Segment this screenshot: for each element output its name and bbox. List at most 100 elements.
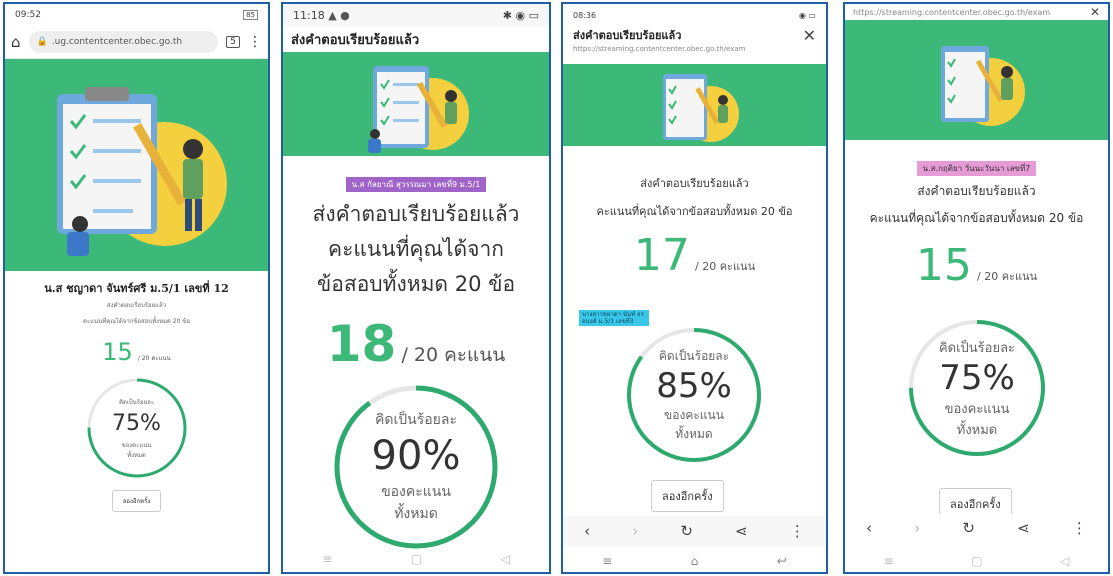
status-bar: 09:52 85 (5, 4, 268, 26)
total-label: ทั้งหมด (956, 422, 998, 438)
share-icon[interactable]: ⋖ (1017, 519, 1030, 537)
forward-arrow-icon[interactable]: › (914, 519, 920, 537)
retry-button[interactable]: ลองอีกครั้ง (651, 480, 724, 512)
score-suffix: / 20 คะแนน (137, 355, 171, 362)
percent-ring: คิดเป็นร้อยละ 75% ของคะแนน ทั้งหมด (907, 318, 1047, 458)
battery-indicator: 85 (243, 10, 258, 20)
page-url: https://streaming.contentcenter.obec.go.… (573, 45, 746, 53)
home-icon[interactable]: ▢ (971, 554, 982, 568)
home-icon[interactable]: ⌂ (691, 554, 699, 568)
submitted-message: ส่งคำตอบเรียบร้อยแล้ว (917, 184, 1036, 198)
score-description: คะแนนที่คุณได้จากข้อสอบทั้งหมด 20 ข้อ (869, 211, 1084, 225)
tabs-icon[interactable]: 5 (226, 36, 240, 48)
retry-button[interactable]: ลองอีกครั้ง (111, 490, 162, 512)
status-icons: ◉ ▭ (798, 10, 816, 20)
share-icon[interactable]: ⋖ (735, 522, 748, 540)
student-name-tag: นางสาวชยาดา นันท์ อรอนงค์ ม.5/1 เลขที่3 (579, 308, 649, 327)
clock: 08:36 (573, 10, 597, 20)
percent-value: 90% (371, 433, 461, 479)
score-value: 15 (102, 338, 133, 366)
percent-label: คิดเป็นร้อยละ (938, 340, 1016, 356)
forward-arrow-icon[interactable]: › (632, 522, 638, 540)
total-label: ทั้งหมด (675, 426, 713, 441)
percent-ring: คิดเป็นร้อยละ 75% ของคะแนน ทั้งหมด (85, 376, 189, 480)
score-row: 15 / 20 คะแนน (5, 338, 268, 366)
browser-toolbar: ⌂ 🔒 .ug.contentcenter.obec.go.th 5 ⋮ (5, 26, 268, 59)
back-icon[interactable]: ↩ (777, 554, 787, 568)
page-url-bar: https://streaming.contentcenter.obec.go.… (845, 4, 1108, 20)
percent-label: คิดเป็นร้อยละ (658, 348, 730, 363)
back-icon[interactable]: ◁ (501, 552, 510, 566)
url-text: .ug.contentcenter.obec.go.th (51, 37, 183, 47)
home-icon[interactable]: ▢ (411, 552, 422, 566)
android-nav-bar: ≡ ▢ ◁ (283, 552, 549, 566)
hero-illustration (845, 20, 1108, 140)
score-suffix: / 20 คะแนน (977, 270, 1038, 283)
of-total-label: ของคะแนน (121, 441, 152, 449)
status-bar: 08:36 ◉ ▭ (563, 4, 826, 26)
status-icons: ✱ ◉ ▭ (502, 8, 539, 22)
home-icon[interactable]: ⌂ (11, 33, 21, 51)
percent-label: คิดเป็นร้อยละ (118, 398, 155, 406)
back-arrow-icon[interactable]: ‹ (866, 519, 872, 537)
score-value: 17 (633, 230, 690, 281)
close-icon[interactable]: ✕ (1090, 5, 1100, 19)
back-arrow-icon[interactable]: ‹ (584, 522, 590, 540)
refresh-icon[interactable]: ↻ (680, 522, 693, 540)
status-bar: 11:18 ▲ ● ✱ ◉ ▭ (283, 4, 549, 26)
menu-icon[interactable]: ≡ (884, 554, 894, 568)
phone-screenshot-4: https://streaming.contentcenter.obec.go.… (843, 2, 1110, 574)
total-label: ทั้งหมด (127, 451, 146, 459)
score-row: 18 / 20 คะแนน (283, 315, 549, 373)
student-name-tag: น.ส กัลยาณี สุวรรณมา เลขที่9 ม.5/1 (345, 177, 487, 192)
score-suffix: / 20 คะแนน (695, 260, 756, 273)
page-url: https://streaming.contentcenter.obec.go.… (853, 7, 1051, 17)
score-description: คะแนนที่คุณได้จากข้อสอบทั้งหมด 20 ข้อ (83, 318, 190, 325)
page-header: ส่งคำตอบเรียบร้อยแล้ว (283, 26, 549, 52)
submitted-message: ส่งคำตอบเรียบร้อยแล้ว (106, 302, 167, 309)
menu-icon[interactable]: ≡ (602, 554, 612, 568)
clock: 09:52 (15, 10, 41, 20)
page-title: ส่งคำตอบเรียบร้อยแล้ว (573, 29, 682, 42)
back-icon[interactable]: ◁ (1060, 554, 1069, 568)
submitted-message: ส่งคำตอบเรียบร้อยแล้ว (312, 202, 520, 226)
address-bar[interactable]: 🔒 .ug.contentcenter.obec.go.th (28, 31, 219, 53)
total-label: ทั้งหมด (394, 506, 438, 522)
of-total-label: ของคะแนน (381, 484, 451, 500)
percent-ring: คิดเป็นร้อยละ 90% ของคะแนน ทั้งหมด (332, 383, 500, 551)
score-description: คะแนนที่คุณได้จากข้อสอบทั้งหมด 20 ข้อ (596, 205, 793, 218)
percent-label: คิดเป็นร้อยละ (375, 412, 457, 428)
score-value: 15 (915, 240, 972, 291)
score-description-line2: ข้อสอบทั้งหมด 20 ข้อ (316, 272, 516, 296)
clock: 11:18 ▲ ● (293, 8, 350, 22)
student-name-tag: น.ส.กฤติยา วันนะวันนา เลขที่7 (916, 161, 1037, 176)
android-nav-bar: ≡ ▢ ◁ (845, 554, 1108, 568)
percent-ring: คิดเป็นร้อยละ 85% ของคะแนน ทั้งหมด (625, 326, 763, 464)
of-total-label: ของคะแนน (944, 401, 1010, 417)
page-title: ส่งคำตอบเรียบร้อยแล้ว (291, 32, 420, 48)
close-icon[interactable]: ✕ (803, 26, 816, 45)
more-menu-icon[interactable]: ⋮ (1072, 519, 1087, 537)
percent-value: 85% (656, 365, 732, 406)
submitted-message: ส่งคำตอบเรียบร้อยแล้ว (640, 177, 749, 190)
browser-nav-bar: ‹ › ↻ ⋖ ⋮ (563, 516, 826, 546)
score-row: 15 / 20 คะแนน (845, 240, 1108, 291)
score-value: 18 (326, 315, 397, 373)
phone-screenshot-3: 08:36 ◉ ▭ ส่งคำตอบเรียบร้อยแล้ว https://… (561, 2, 828, 574)
refresh-icon[interactable]: ↻ (962, 519, 975, 537)
menu-icon[interactable]: ≡ (322, 552, 332, 566)
android-nav-bar: ≡ ⌂ ↩ (563, 554, 826, 568)
hero-illustration (283, 52, 549, 156)
more-menu-icon[interactable]: ⋮ (248, 34, 262, 50)
of-total-label: ของคะแนน (664, 407, 724, 422)
browser-nav-bar: ‹ › ↻ ⋖ ⋮ (845, 514, 1108, 542)
phone-screenshot-2: 11:18 ▲ ● ✱ ◉ ▭ ส่งคำตอบเรียบร้อยแล้ว น.… (281, 2, 551, 574)
percent-value: 75% (112, 410, 161, 436)
score-row: 17 / 20 คะแนน (563, 230, 826, 281)
lock-icon: 🔒 (36, 37, 48, 47)
score-description-line1: คะแนนที่คุณได้จาก (328, 237, 504, 261)
hero-illustration (5, 59, 268, 271)
student-name: น.ส ชญาดา จันทร์ศรี ม.5/1 เลขที่ 12 (44, 282, 229, 295)
percent-value: 75% (939, 357, 1015, 398)
more-menu-icon[interactable]: ⋮ (790, 522, 805, 540)
